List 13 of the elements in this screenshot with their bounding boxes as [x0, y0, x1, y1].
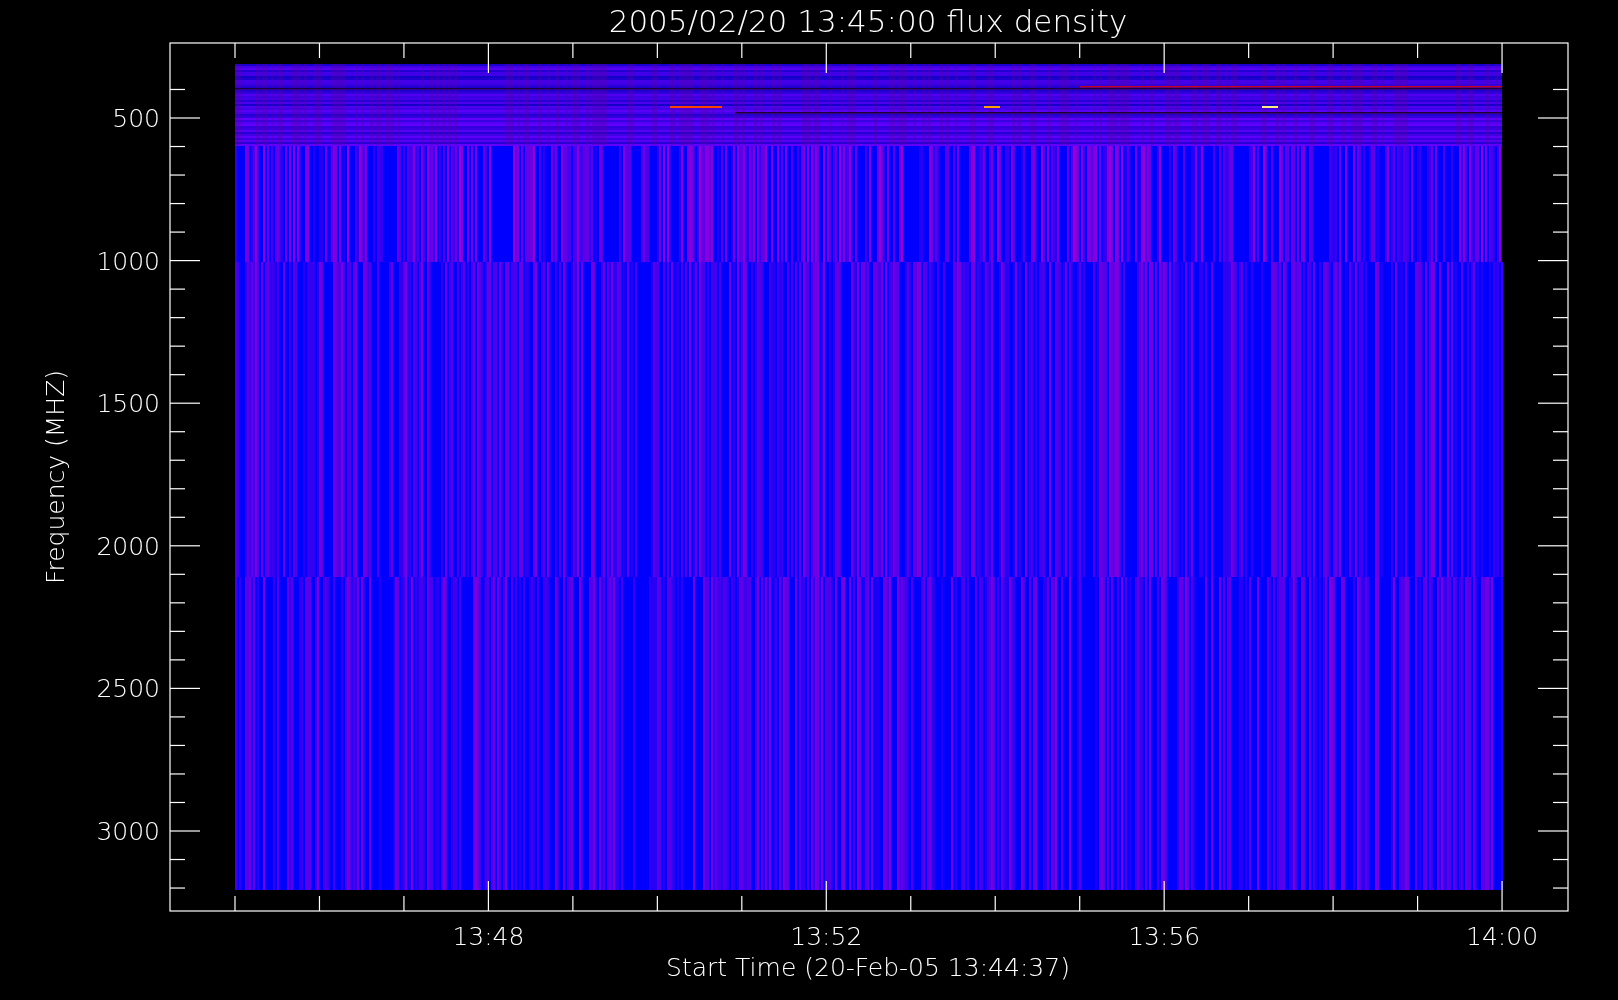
y-tick-label: 2500 — [96, 674, 160, 704]
x-tick-label: 13:56 — [1128, 922, 1201, 951]
y-tick-label: 1000 — [96, 246, 160, 276]
x-tick-label: 13:52 — [790, 922, 863, 951]
y-tick-label: 3000 — [96, 817, 160, 846]
y-tick-label: 2000 — [96, 531, 160, 561]
plot-title: 2005/02/20 13:45:00 flux density — [608, 3, 1128, 39]
x-tick-label: 14:00 — [1466, 922, 1539, 951]
y-tick-label: 500 — [112, 104, 160, 133]
y-tick-label: 1500 — [96, 389, 160, 419]
x-tick-label: 13:48 — [452, 922, 525, 951]
x-axis-label: Start Time (20-Feb-05 13:44:37) — [666, 953, 1070, 982]
y-axis-label: Frequency (MHZ) — [41, 369, 70, 585]
